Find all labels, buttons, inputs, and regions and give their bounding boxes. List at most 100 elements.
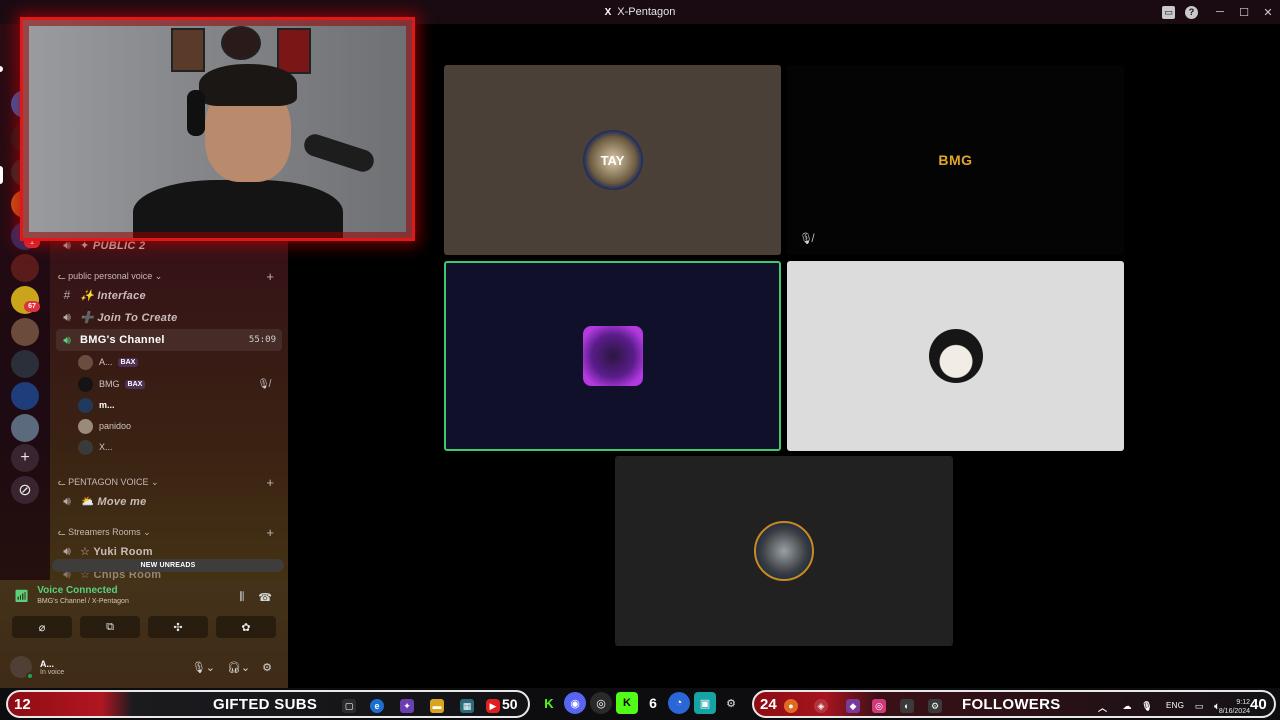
- avatar: [78, 397, 93, 413]
- subs-goal-bar: 12 GIFTED SUBS ▢ e ✦ ▬ ▦ ▶ 50: [6, 690, 530, 718]
- video-tile-speaking[interactable]: [444, 261, 781, 451]
- channel-interface[interactable]: # ✨ Interface: [56, 284, 282, 306]
- screen-share-button[interactable]: ⧉: [80, 616, 140, 638]
- maximize-icon[interactable]: ☐: [1232, 0, 1256, 24]
- category-streamers-rooms[interactable]: ᓚ Streamers Rooms ⌄ +: [58, 524, 280, 540]
- followers-count: 24: [760, 696, 777, 713]
- followers-label: FOLLOWERS: [962, 696, 1061, 713]
- chrome-icon[interactable]: ◔: [668, 692, 690, 714]
- kick-icon[interactable]: K: [538, 692, 560, 714]
- category-name: ᓚ PENTAGON VOICE ⌄: [58, 476, 159, 487]
- tray-chevron-icon[interactable]: ︿: [1098, 701, 1107, 714]
- voice-user[interactable]: m...: [78, 395, 282, 415]
- window-title-text: X-Pentagon: [617, 6, 676, 18]
- close-icon[interactable]: ✕: [1256, 0, 1280, 24]
- server-icon[interactable]: [11, 350, 39, 378]
- instagram-icon[interactable]: ◎: [872, 699, 886, 713]
- participant-avatar: [928, 329, 983, 383]
- app-icon[interactable]: ⚙︎: [928, 699, 942, 713]
- server-icon[interactable]: [11, 414, 39, 442]
- add-channel-icon[interactable]: +: [266, 269, 274, 284]
- voice-user[interactable]: panidoo: [78, 416, 282, 436]
- voice-user[interactable]: X...: [78, 437, 282, 457]
- video-stage: TAY BMG 🎙︎̸: [288, 24, 1280, 688]
- avatar: [78, 376, 93, 392]
- channel-bmgs-channel[interactable]: 🔊︎ BMG's Channel 55:09: [56, 329, 282, 351]
- discord-icon[interactable]: ◉: [564, 692, 586, 714]
- avatar: [78, 418, 93, 434]
- video-tile[interactable]: [615, 456, 953, 646]
- voice-user-name: X...: [99, 442, 113, 452]
- minimize-icon[interactable]: ─: [1208, 0, 1232, 24]
- server-icon[interactable]: [11, 382, 39, 410]
- channel-join-to-create[interactable]: 🔊︎ ➕ Join To Create: [56, 306, 282, 328]
- add-channel-icon[interactable]: +: [266, 525, 274, 540]
- video-tile[interactable]: [787, 261, 1124, 451]
- steam-icon[interactable]: ⚙︎: [720, 692, 742, 714]
- mention-badge: 67: [24, 301, 40, 312]
- noise-suppression-icon[interactable]: ⫼: [239, 591, 244, 604]
- webcam-overlay: [20, 17, 415, 241]
- app-icon[interactable]: ●: [784, 699, 798, 713]
- category-public-personal-voice[interactable]: ᓚ public personal voice ⌄ +: [58, 268, 280, 284]
- activities-button[interactable]: ✣: [148, 616, 208, 638]
- video-tile[interactable]: TAY: [444, 65, 781, 255]
- server-icon[interactable]: [11, 254, 39, 282]
- app-icon[interactable]: ◈: [814, 699, 828, 713]
- disconnect-icon[interactable]: ☎︎: [258, 591, 272, 604]
- app-icon[interactable]: ◆: [846, 699, 860, 713]
- add-server-icon[interactable]: +: [11, 444, 39, 472]
- headphones-icon[interactable]: 🎧︎⌄: [227, 661, 250, 674]
- network-icon[interactable]: ▭: [1192, 699, 1206, 713]
- voice-user[interactable]: BMG BAX 🎙︎̸: [78, 374, 282, 394]
- soundboard-button[interactable]: ✿: [216, 616, 276, 638]
- voice-action-buttons: ⌀ ⧉ ✣ ✿: [12, 616, 276, 638]
- channel-name: ✨ Interface: [80, 289, 146, 302]
- edge-icon[interactable]: e: [370, 699, 384, 713]
- followers-goal-bar: 24 ● ◈ ◆ ◎ ◐ ⚙︎ FOLLOWERS ︿ ☁︎ 🎙︎ ENG ▭ …: [752, 690, 1276, 718]
- language-indicator[interactable]: ENG: [1166, 701, 1184, 710]
- mic-tray-icon[interactable]: 🎙︎: [1140, 699, 1154, 713]
- folder-icon[interactable]: ▬: [430, 699, 444, 713]
- webcam-frame: [23, 20, 412, 238]
- server-icon[interactable]: [11, 318, 39, 346]
- avatar: [78, 439, 93, 455]
- inbox-icon[interactable]: ▭: [1162, 5, 1175, 19]
- screen-share-icon: ⧉: [106, 620, 114, 633]
- store-icon[interactable]: ▦: [460, 699, 474, 713]
- microphone-icon[interactable]: 🎙︎⌄: [192, 661, 215, 674]
- channel-name: ☆ Yuki Room: [80, 545, 153, 558]
- window-controls: ─ ☐ ✕: [1208, 0, 1280, 24]
- discover-icon[interactable]: ⊘: [11, 476, 39, 504]
- help-icon[interactable]: ?: [1185, 5, 1198, 19]
- clock-date: 8/16/2024: [1218, 708, 1250, 715]
- teams-icon[interactable]: ▣: [694, 692, 716, 714]
- online-status-dot: [26, 672, 34, 680]
- voice-user[interactable]: A... BAX: [78, 352, 282, 372]
- voice-status[interactable]: 📶︎ Voice Connected BMG's Channel / X-Pen…: [14, 585, 129, 605]
- category-pentagon-voice[interactable]: ᓚ PENTAGON VOICE ⌄ +: [58, 474, 280, 490]
- new-unreads-button[interactable]: NEW UNREADS: [52, 559, 284, 572]
- video-tile[interactable]: BMG 🎙︎̸: [787, 65, 1124, 255]
- speaker-icon: 🔊︎: [63, 332, 71, 347]
- avatar[interactable]: [10, 656, 34, 680]
- settings-gear-icon[interactable]: ⚙︎: [262, 661, 272, 674]
- copilot-icon[interactable]: ✦: [400, 699, 414, 713]
- channel-move-me[interactable]: 🔊︎ ⛅ Move me: [56, 490, 282, 512]
- kick-app-icon[interactable]: K: [616, 692, 638, 714]
- clock[interactable]: 9:12 8/16/2024: [1219, 698, 1250, 716]
- window-icon[interactable]: ▢: [342, 699, 356, 713]
- voice-panel: 📶︎ Voice Connected BMG's Channel / X-Pen…: [0, 580, 288, 688]
- cloud-icon[interactable]: ☁︎: [1120, 699, 1134, 713]
- subs-count: 12: [14, 696, 31, 713]
- participant-avatar: [754, 521, 814, 581]
- camera-off-button[interactable]: ⌀: [12, 616, 72, 638]
- youtube-icon[interactable]: ▶: [486, 699, 500, 713]
- participant-avatar: [582, 326, 643, 386]
- user-info[interactable]: A... In voice: [40, 659, 64, 676]
- app-icon[interactable]: ◐: [900, 699, 914, 713]
- add-channel-icon[interactable]: +: [266, 475, 274, 490]
- window-title: X X-Pentagon: [605, 6, 676, 18]
- voice-channel-path[interactable]: BMG's Channel / X-Pentagon: [37, 598, 129, 605]
- obs-icon[interactable]: ◎: [590, 692, 612, 714]
